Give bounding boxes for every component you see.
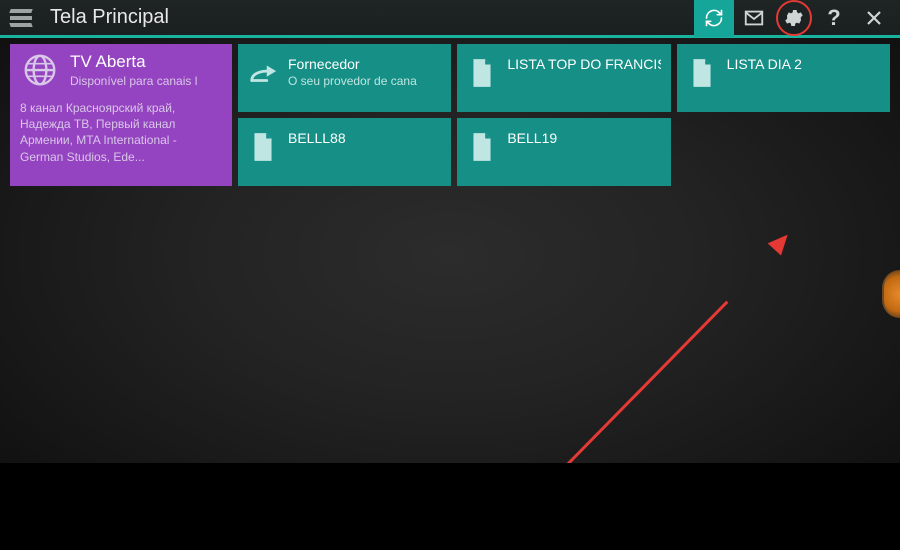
page-title: Tela Principal — [50, 6, 169, 29]
tile-lista-dia-2[interactable]: LISTA DIA 2 — [677, 44, 890, 112]
app-screen: Tela Principal ? — [0, 0, 900, 463]
tile-title: BELL19 — [507, 130, 557, 146]
featured-tile-title: TV Aberta — [70, 52, 197, 72]
tile-belll88[interactable]: BELLL88 — [238, 118, 451, 186]
help-icon: ? — [827, 5, 840, 31]
refresh-button[interactable] — [694, 0, 734, 37]
featured-tile-tv-aberta[interactable]: TV Aberta Disponível para canais l 8 кан… — [10, 44, 232, 186]
tile-fornecedor[interactable]: Fornecedor O seu provedor de cana — [238, 44, 451, 112]
close-button[interactable] — [854, 0, 894, 37]
tile-title: LISTA DIA 2 — [727, 56, 802, 72]
content-area: TV Aberta Disponível para canais l 8 кан… — [0, 38, 900, 192]
tile-lista-top-do-francis[interactable]: LISTA TOP DO FRANCIS — [457, 44, 670, 112]
file-icon — [687, 56, 717, 90]
bottom-blank-area — [0, 463, 900, 550]
menu-icon[interactable] — [6, 9, 36, 27]
file-icon — [467, 56, 497, 90]
tile-title: Fornecedor — [288, 56, 417, 72]
side-drawer-handle[interactable] — [882, 270, 900, 318]
settings-button[interactable] — [774, 0, 814, 37]
mail-icon — [743, 7, 765, 29]
gear-icon — [783, 7, 805, 29]
file-icon — [467, 130, 497, 164]
refresh-icon — [704, 8, 724, 28]
tile-bell19[interactable]: BELL19 — [457, 118, 670, 186]
topbar: Tela Principal ? — [0, 0, 900, 38]
globe-icon — [20, 50, 60, 90]
tile-subtitle: O seu provedor de cana — [288, 74, 417, 88]
tile-grid: Fornecedor O seu provedor de cana LISTA … — [238, 44, 890, 186]
featured-tile-subtitle: Disponível para canais l — [70, 74, 197, 88]
tile-title: LISTA TOP DO FRANCIS — [507, 56, 660, 72]
file-icon — [248, 130, 278, 164]
close-icon — [865, 9, 883, 27]
mail-button[interactable] — [734, 0, 774, 37]
featured-tile-description: 8 канал Красноярский край, Надежда ТВ, П… — [20, 100, 222, 165]
provider-arrow-icon — [248, 56, 278, 90]
tile-title: BELLL88 — [288, 130, 346, 146]
help-button[interactable]: ? — [814, 0, 854, 37]
